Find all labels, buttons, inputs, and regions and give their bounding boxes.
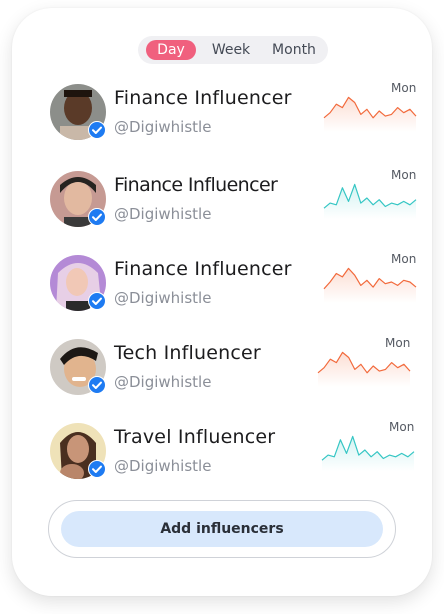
sparkline-label: Mon [385,336,411,350]
influencer-handle: @Digiwhistle [114,118,212,136]
influencer-handle: @Digiwhistle [114,289,212,307]
tab-day[interactable]: Day [146,40,196,60]
verified-icon [88,121,106,139]
verified-icon [88,376,106,394]
tab-month[interactable]: Month [266,40,322,60]
sparkline-label: Mon [391,168,417,182]
influencer-row[interactable]: Tech Influencer @Digiwhistle Mon [50,336,422,401]
sparkline-area [324,97,416,132]
influencer-row[interactable]: Travel Influencer @Digiwhistle Mon [50,420,422,485]
verified-icon [88,292,106,310]
influencer-name: Finance Influencer [114,174,278,196]
sparkline-area [324,268,416,303]
influencer-name: Travel Influencer [114,426,276,448]
influencer-name: Tech Influencer [114,342,261,364]
influencer-row[interactable]: Finance Influencer @Digiwhistle Mon [50,168,422,233]
influencer-handle: @Digiwhistle [114,205,212,223]
sparkline-label: Mon [389,420,415,434]
influencer-name: Finance Influencer [114,87,292,109]
influencer-row[interactable]: Finance Influencer @Digiwhistle Mon [50,252,422,317]
sparkline-label: Mon [391,252,417,266]
add-influencers-button[interactable]: Add influencers [61,511,383,547]
tab-week[interactable]: Week [204,40,258,60]
period-toggle: Day Week Month [138,36,328,64]
verified-icon [88,460,106,478]
influencer-handle: @Digiwhistle [114,373,212,391]
influencer-row[interactable]: Finance Influencer @Digiwhistle Mon [50,81,422,146]
verified-icon [88,208,106,226]
add-influencers-container: Add influencers [48,500,396,558]
sparkline-label: Mon [391,81,417,95]
influencer-handle: @Digiwhistle [114,457,212,475]
influencer-name: Finance Influencer [114,258,292,280]
sparkline-area [318,352,410,387]
